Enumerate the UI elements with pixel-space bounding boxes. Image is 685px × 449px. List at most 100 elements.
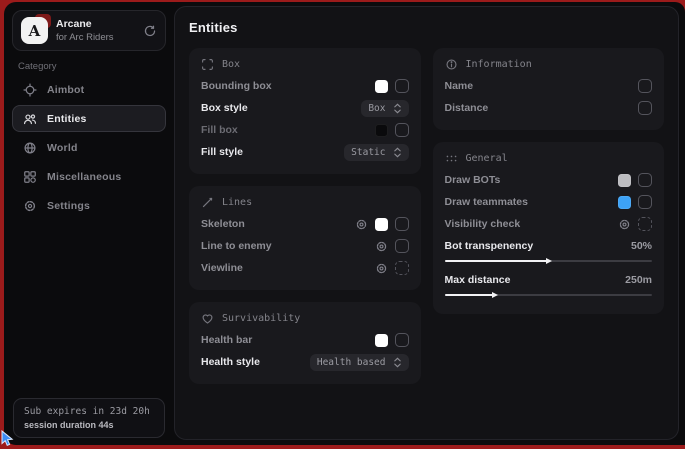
row-label: Viewline [201,262,243,274]
box-brackets-icon [201,58,214,71]
row-label: Visibility check [445,218,521,230]
card-information: Information Name Distance [433,48,665,130]
row-bounding-box: Bounding box [201,75,409,97]
updown-icon [393,103,402,114]
row-label: Box style [201,102,248,114]
color-swatch[interactable] [375,218,388,231]
bot-transparency-slider[interactable] [445,258,653,265]
updown-icon [393,147,402,158]
grid-icon [23,170,37,184]
row-label: Max distance [445,274,511,286]
sidebar-item-world[interactable]: World [12,134,166,161]
row-box-style: Box style Box [201,97,409,119]
row-health-bar: Health bar [201,329,409,351]
settings-columns: Box Bounding box Box style [189,48,664,384]
color-swatch[interactable] [618,196,631,209]
color-swatch[interactable] [375,80,388,93]
avatar-letter: A [21,17,48,44]
dropdown-value: Box [368,103,385,114]
row-skeleton: Skeleton [201,213,409,235]
card-title: Survivability [222,313,300,324]
dropdown-value: Static [351,147,385,158]
card-lines: Lines Skeleton [189,186,421,290]
checkbox[interactable] [638,173,652,187]
row-label: Bounding box [201,80,272,92]
app-subtitle: for Arc Riders [56,32,135,43]
dots-grid-icon [445,152,458,165]
sub-expiry-text: Sub expires in 23d 20h [24,406,154,417]
row-label: Draw BOTs [445,174,501,186]
row-label: Line to enemy [201,240,272,252]
sidebar-item-label: World [47,142,78,154]
color-swatch[interactable] [618,174,631,187]
globe-icon [23,141,37,155]
row-label: Health style [201,356,260,368]
color-swatch[interactable] [375,334,388,347]
checkbox[interactable] [638,195,652,209]
checkbox[interactable] [638,101,652,115]
row-fill-box: Fill box [201,119,409,141]
row-viewline: Viewline [201,257,409,279]
row-label: Name [445,80,474,92]
refresh-icon[interactable] [143,24,157,38]
mouse-cursor [1,430,17,449]
row-bot-transparency: Bot transpenency 50% [445,235,653,269]
box-style-dropdown[interactable]: Box [361,100,408,117]
checkbox[interactable] [638,217,652,231]
checkbox[interactable] [395,239,409,253]
fill-style-dropdown[interactable]: Static [344,144,408,161]
card-box: Box Bounding box Box style [189,48,421,174]
card-title: General [466,153,508,164]
sidebar-item-label: Settings [47,200,90,212]
slider-fill [445,294,495,296]
row-label: Fill style [201,146,243,158]
left-column: Box Bounding box Box style [189,48,421,384]
sidebar: A Arcane for Arc Riders Category [4,2,174,445]
gear-icon[interactable] [355,218,368,231]
checkbox[interactable] [395,123,409,137]
sidebar-item-settings[interactable]: Settings [12,192,166,219]
sidebar-item-entities[interactable]: Entities [12,105,166,132]
row-draw-teammates: Draw teammates [445,191,653,213]
sidebar-item-aimbot[interactable]: Aimbot [12,76,166,103]
entities-panel: Entities Box [174,6,679,440]
line-icon [201,196,214,209]
updown-icon [393,357,402,368]
row-distance: Distance [445,97,653,119]
card-general: General Draw BOTs Draw teammates [433,142,665,314]
row-max-distance: Max distance 250m [445,269,653,303]
gear-icon [23,199,37,213]
gear-icon[interactable] [375,240,388,253]
screen: A Arcane for Arc Riders Category [0,0,685,449]
max-distance-slider[interactable] [445,292,653,299]
sidebar-menu: Aimbot Entities [4,76,174,219]
row-fill-style: Fill style Static [201,141,409,163]
session-duration-text: session duration 44s [24,420,154,430]
app-window: A Arcane for Arc Riders Category [4,2,685,445]
checkbox[interactable] [395,217,409,231]
row-line-to-enemy: Line to enemy [201,235,409,257]
subscription-box: Sub expires in 23d 20h session duration … [13,398,165,438]
row-label: Fill box [201,124,238,136]
slider-value: 50% [631,240,652,252]
gear-icon[interactable] [618,218,631,231]
checkbox[interactable] [395,261,409,275]
color-swatch[interactable] [375,124,388,137]
sidebar-item-miscellaneous[interactable]: Miscellaneous [12,163,166,190]
health-icon [201,312,214,325]
slider-thumb[interactable] [492,292,498,298]
health-style-dropdown[interactable]: Health based [310,354,409,371]
row-visibility-check: Visibility check [445,213,653,235]
checkbox[interactable] [638,79,652,93]
slider-thumb[interactable] [546,258,552,264]
sidebar-item-label: Entities [47,113,87,125]
gear-icon[interactable] [375,262,388,275]
checkbox[interactable] [395,333,409,347]
sidebar-item-label: Miscellaneous [47,171,121,183]
category-label: Category [18,61,174,72]
profile-card[interactable]: A Arcane for Arc Riders [12,10,166,51]
row-health-style: Health style Health based [201,351,409,373]
row-label: Draw teammates [445,196,528,208]
checkbox[interactable] [395,79,409,93]
info-icon [445,58,458,71]
